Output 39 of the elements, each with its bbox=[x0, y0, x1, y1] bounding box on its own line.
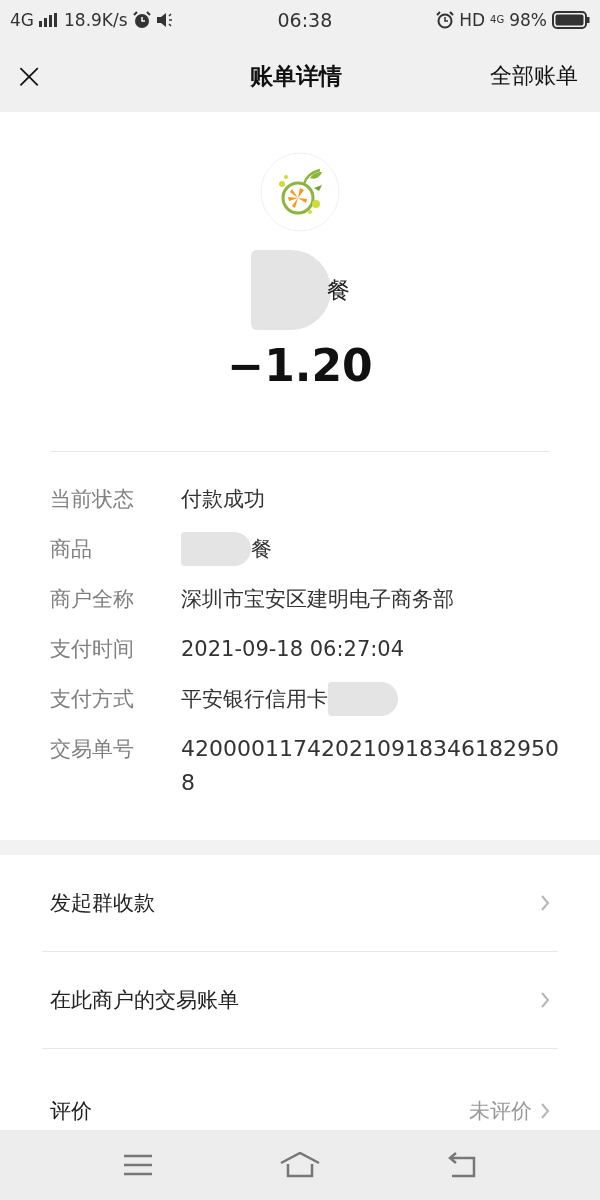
chevron-right-icon bbox=[540, 991, 550, 1009]
all-bills-link[interactable]: 全部账单 bbox=[490, 61, 578, 91]
detail-value: 4200001174202109183461829508 bbox=[181, 735, 559, 797]
page-title: 账单详情 bbox=[250, 61, 342, 91]
merchant-logo-icon bbox=[260, 152, 340, 232]
network-label: 4G bbox=[10, 10, 34, 30]
hd-label: HD bbox=[459, 10, 486, 30]
home-icon[interactable] bbox=[280, 1152, 320, 1178]
detail-label: 支付方式 bbox=[50, 686, 135, 713]
merchant-name: 餐 bbox=[326, 275, 350, 305]
action-label: 发起群收款 bbox=[50, 890, 155, 917]
action-label: 评价 bbox=[50, 1098, 92, 1125]
speaker-icon bbox=[155, 12, 174, 28]
detail-value: 餐 bbox=[251, 536, 272, 563]
battery-percent: 98% bbox=[509, 10, 547, 30]
menu-icon[interactable] bbox=[123, 1154, 154, 1176]
network-label: 4G bbox=[490, 14, 505, 25]
chevron-right-icon bbox=[540, 894, 550, 912]
alarm-icon bbox=[436, 11, 455, 29]
alarm-icon bbox=[132, 11, 151, 29]
detail-label: 当前状态 bbox=[50, 486, 135, 513]
detail-label: 支付时间 bbox=[50, 636, 135, 663]
detail-value: 2021-09-18 06:27:04 bbox=[181, 636, 405, 663]
action-label: 在此商户的交易账单 bbox=[50, 987, 239, 1014]
rating-status: 未评价 bbox=[469, 1098, 532, 1125]
detail-label: 商户全称 bbox=[50, 586, 135, 613]
back-icon[interactable] bbox=[446, 1152, 477, 1178]
detail-value: 平安银行信用卡 bbox=[181, 686, 328, 713]
close-button[interactable]: × bbox=[14, 58, 45, 94]
chevron-right-icon bbox=[540, 1102, 550, 1120]
clock-time: 06:38 bbox=[277, 9, 333, 31]
speed-label: 18.9K/s bbox=[64, 10, 128, 30]
payment-amount: −1.20 bbox=[227, 340, 373, 391]
detail-value: 深圳市宝安区建明电子商务部 bbox=[181, 586, 454, 613]
battery-icon bbox=[552, 11, 590, 29]
detail-label: 商品 bbox=[50, 536, 93, 563]
detail-label: 交易单号 bbox=[50, 736, 135, 763]
detail-value: 付款成功 bbox=[181, 486, 265, 513]
signal-icon bbox=[39, 13, 59, 27]
